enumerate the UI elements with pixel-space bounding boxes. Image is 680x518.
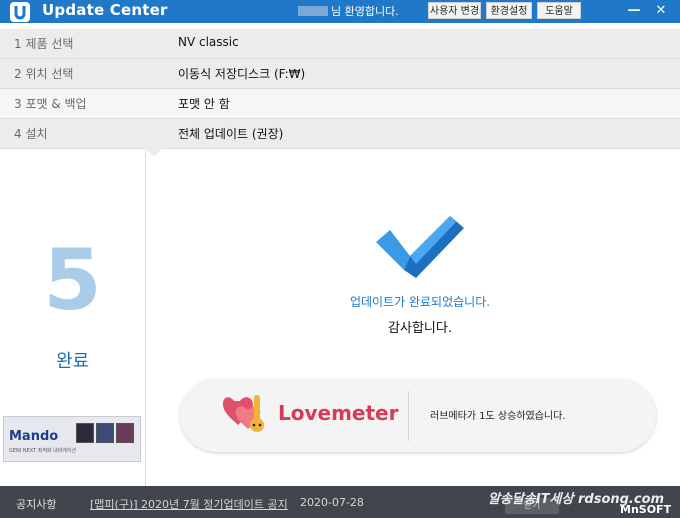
step-number: 5 [43, 231, 102, 329]
complete-message: 업데이트가 완료되었습니다. [349, 295, 491, 309]
divider [408, 391, 409, 441]
user-name-masked [298, 6, 328, 16]
step-value: 전체 업데이트 (권장) [178, 127, 284, 141]
step-format: 3 포맷 & 백업 포맷 안 함 [0, 89, 680, 119]
step-label: 2 위치 선택 [14, 67, 74, 81]
close-icon[interactable]: ✕ [651, 2, 671, 20]
device-image-icon [76, 423, 94, 443]
step-value: 이동식 저장디스크 (F:₩) [178, 67, 306, 81]
step-value: 포맷 안 함 [178, 97, 230, 111]
device-image-icon [96, 423, 114, 443]
step-label: 3 포맷 & 백업 [14, 97, 87, 111]
step-install: 4 설치 전체 업데이트 (권장) [0, 119, 680, 157]
banner-subtitle: GENI NEXT 최적화 내비게이션 [9, 448, 77, 454]
lovemeter-brand: Lovemeter [278, 401, 399, 425]
app-logo-icon [10, 2, 30, 22]
title-bar: Update Center 님 환영합니다. 사용자 변경 환경설정 도움말 —… [0, 0, 680, 23]
banner-brand: Mando [9, 429, 59, 444]
lovemeter-mascot-icon [222, 395, 264, 432]
step-title: 완료 [55, 351, 90, 372]
step-label: 4 설치 [14, 127, 48, 141]
checkmark-icon [376, 216, 464, 278]
step-label: 1 제품 선택 [14, 37, 74, 51]
lovemeter-message: 러브메타가 1도 상승하였습니다. [430, 411, 566, 422]
step-product: 1 제품 선택 NV classic [0, 29, 680, 59]
step-value: NV classic [178, 35, 239, 49]
device-image-icon [116, 423, 134, 443]
brand-logo: MnSOFT [620, 503, 672, 516]
change-user-button[interactable]: 사용자 변경 [428, 2, 481, 19]
minimize-icon[interactable]: — [624, 2, 644, 20]
step-location: 2 위치 선택 이동식 저장디스크 (F:₩) [0, 59, 680, 89]
thanks-message: 감사합니다. [388, 321, 452, 336]
step-list: 1 제품 선택 NV classic 2 위치 선택 이동식 저장디스크 (F:… [0, 29, 680, 157]
app-title: Update Center [42, 1, 168, 19]
notice-date: 2020-07-28 [300, 496, 364, 509]
ad-banner[interactable]: Mando GENI NEXT 최적화 내비게이션 [3, 416, 141, 462]
lovemeter-card: Lovemeter 러브메타가 1도 상승하였습니다. [180, 379, 656, 452]
welcome-text: 님 환영합니다. [331, 5, 399, 18]
step-notch [145, 148, 163, 157]
footer: 공지사항 [맵피(구)] 2020년 7월 정기업데이트 공지 2020-07-… [0, 486, 680, 518]
settings-button[interactable]: 환경설정 [486, 2, 532, 19]
left-panel: 5 완료 Mando GENI NEXT 최적화 내비게이션 [0, 150, 146, 486]
notice-link[interactable]: [맵피(구)] 2020년 7월 정기업데이트 공지 [90, 496, 288, 512]
notice-label: 공지사항 [16, 498, 57, 511]
help-button[interactable]: 도움말 [537, 2, 581, 19]
